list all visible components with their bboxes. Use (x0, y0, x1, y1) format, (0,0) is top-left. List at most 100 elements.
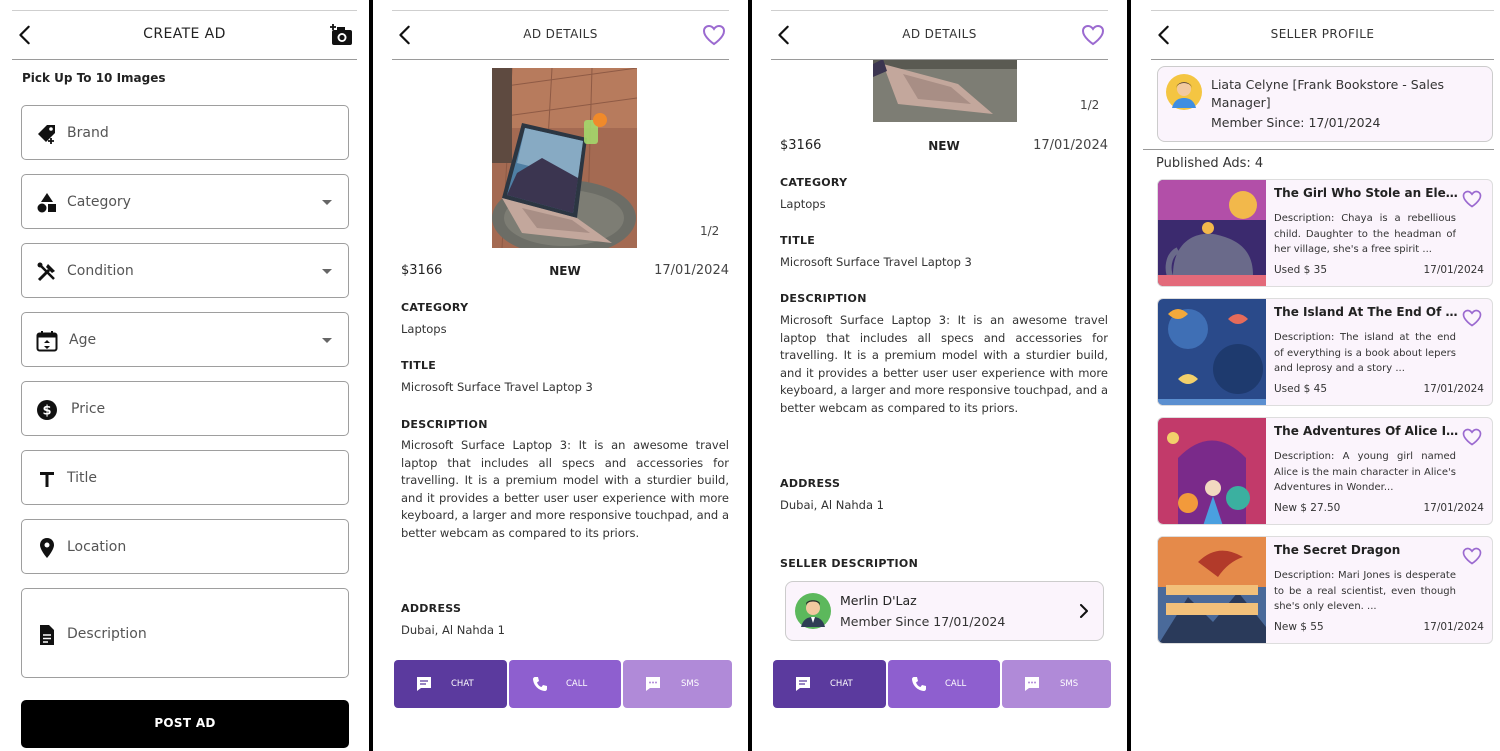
sms-icon (646, 677, 660, 691)
ad-details-screen: AD DETAILS 1/2 $3166 NEW 17/01/2024 CATE… (373, 0, 748, 751)
dollar-coin-icon: $ (37, 400, 57, 420)
page-title: AD DETAILS (902, 27, 977, 41)
add-photo-icon[interactable] (329, 23, 355, 47)
heart-icon[interactable] (1462, 428, 1482, 446)
book-cover-secret-dragon (1158, 537, 1266, 643)
title-field[interactable]: Title (21, 450, 349, 505)
seller-description-heading: SELLER DESCRIPTION (780, 557, 919, 570)
chevron-down-icon (322, 269, 332, 274)
create-ad-header: CREATE AD (12, 10, 357, 60)
sms-icon (1025, 677, 1039, 691)
heart-icon[interactable] (1462, 309, 1482, 327)
published-ad-card[interactable]: The Island At The End Of Ev... Descripti… (1157, 298, 1493, 406)
location-field[interactable]: Location (21, 519, 349, 574)
image-counter: 1/2 (1080, 98, 1100, 112)
phone-icon (912, 677, 926, 691)
heart-icon[interactable] (701, 23, 727, 47)
title-heading: TITLE (780, 234, 816, 247)
price-field[interactable]: $ Price (21, 381, 349, 436)
heart-icon[interactable] (1462, 547, 1482, 565)
ad-price: New $ 55 (1274, 621, 1324, 633)
title-heading: TITLE (401, 359, 437, 372)
seller-member-since: Member Since: 17/01/2024 (1211, 115, 1381, 130)
sms-button[interactable]: SMS (623, 660, 732, 708)
ad-date: 17/01/2024 (1423, 264, 1484, 276)
chat-icon (796, 677, 810, 691)
laptop-photo-image (873, 59, 1017, 122)
book-cover-alice-in-wonderland (1158, 418, 1266, 524)
sms-button[interactable]: SMS (1002, 660, 1111, 708)
chat-button[interactable]: CHAT (773, 660, 886, 708)
ad-title: The Island At The End Of Ev... (1274, 305, 1460, 319)
brand-label: Brand (67, 125, 109, 141)
call-label: CALL (945, 679, 967, 689)
chevron-down-icon (322, 200, 332, 205)
heart-icon[interactable] (1462, 190, 1482, 208)
page-title: AD DETAILS (523, 27, 598, 41)
image-counter: 1/2 (700, 224, 720, 238)
ad-title: The Adventures Of Alice In ... (1274, 424, 1460, 438)
address-heading: ADDRESS (401, 602, 462, 615)
seller-name: Liata Celyne [Frank Bookstore - Sales Ma… (1211, 77, 1445, 110)
shapes-icon (37, 193, 56, 213)
calendar-icon (36, 331, 58, 352)
ad-photo[interactable] (492, 68, 637, 248)
create-ad-screen: CREATE AD Pick Up To 10 Images Brand Cat… (0, 0, 369, 751)
category-value: Laptops (780, 197, 826, 211)
sms-label: SMS (1060, 679, 1079, 689)
text-t-icon (40, 472, 54, 487)
published-ads-count: Published Ads: 4 (1156, 156, 1264, 171)
title-value: Microsoft Surface Travel Laptop 3 (401, 380, 593, 394)
pick-images-label[interactable]: Pick Up To 10 Images (22, 71, 166, 85)
chat-label: CHAT (830, 679, 853, 689)
tools-icon (37, 262, 55, 282)
address-value: Dubai, Al Nahda 1 (780, 498, 884, 512)
ad-photo[interactable] (873, 59, 1017, 122)
address-value: Dubai, Al Nahda 1 (401, 623, 505, 637)
chevron-right-icon (1080, 604, 1088, 618)
chevron-down-icon (322, 338, 332, 343)
condition-field[interactable]: Condition (21, 243, 349, 298)
description-heading: DESCRIPTION (780, 292, 867, 305)
ad-details-scrolled-screen: AD DETAILS 1/2 $3166 NEW 17/01/2024 CATE… (752, 0, 1127, 751)
age-field[interactable]: Age (21, 312, 349, 367)
chat-label: CHAT (451, 679, 474, 689)
call-button[interactable]: CALL (888, 660, 1000, 708)
chat-button[interactable]: CHAT (394, 660, 507, 708)
location-label: Location (67, 539, 127, 555)
category-value: Laptops (401, 322, 447, 336)
call-button[interactable]: CALL (509, 660, 621, 708)
seller-card[interactable]: Merlin D'Laz Member Since 17/01/2024 (785, 581, 1104, 641)
ad-date: 17/01/2024 (654, 263, 729, 278)
contact-actions: CHAT CALL SMS (773, 660, 1111, 708)
book-cover-island-at-the-end (1158, 299, 1266, 405)
seller-profile-screen: SELLER PROFILE Liata Celyne [Frank Books… (1131, 0, 1500, 751)
description-label: Description (67, 626, 147, 642)
published-ad-card[interactable]: The Adventures Of Alice In ... Descripti… (1157, 417, 1493, 525)
heart-icon[interactable] (1080, 23, 1106, 47)
ad-title: The Secret Dragon (1274, 543, 1401, 557)
seller-member-since: Member Since 17/01/2024 (840, 614, 1006, 629)
post-ad-button[interactable]: POST AD (21, 700, 349, 748)
seller-name: Merlin D'Laz (840, 593, 917, 608)
ad-date: 17/01/2024 (1033, 138, 1108, 153)
brand-field[interactable]: Brand (21, 105, 349, 160)
sms-label: SMS (681, 679, 700, 689)
description-field[interactable]: Description (21, 588, 349, 678)
published-ad-card[interactable]: The Girl Who Stole an Eleph... Descripti… (1157, 179, 1493, 287)
price-label: Price (71, 401, 106, 417)
description-text: Microsoft Surface Laptop 3: It is an awe… (401, 438, 729, 540)
ad-title: The Girl Who Stole an Eleph... (1274, 186, 1460, 200)
ad-price: Used $ 45 (1274, 383, 1327, 395)
divider (1143, 149, 1494, 150)
seller-profile-header: SELLER PROFILE (1151, 10, 1494, 60)
seller-profile-card: Liata Celyne [Frank Bookstore - Sales Ma… (1157, 66, 1493, 142)
ad-description: Description: Chaya is a rebellious child… (1274, 213, 1456, 255)
published-ad-card[interactable]: The Secret Dragon Description: Mari Jone… (1157, 536, 1493, 644)
seller-avatar (1166, 74, 1202, 110)
ad-description: Description: A young girl named Alice is… (1274, 451, 1456, 493)
category-label: Category (67, 194, 131, 210)
title-label: Title (67, 470, 98, 486)
category-field[interactable]: Category (21, 174, 349, 229)
contact-actions: CHAT CALL SMS (394, 660, 732, 708)
